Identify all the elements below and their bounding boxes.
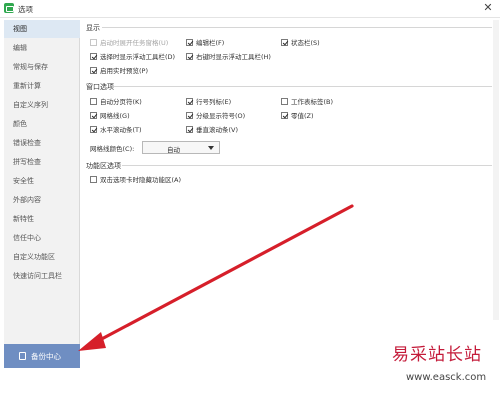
sidebar-item-edit[interactable]: 编辑	[4, 39, 80, 57]
app-icon	[4, 3, 14, 13]
options-content: 显示 启动时展开任务窗格(U) 编辑栏(F) 状态栏(S) 选择时显示浮动工具栏…	[82, 20, 496, 392]
section-divider	[102, 27, 492, 28]
backup-center-button[interactable]: 备份中心	[4, 344, 80, 368]
sidebar-item-customize-ribbon[interactable]: 自定义功能区	[4, 248, 80, 266]
checkbox[interactable]	[90, 53, 97, 60]
section-title-window-options: 窗口选项	[86, 83, 114, 91]
sidebar-item-general-save[interactable]: 常规与保存	[4, 58, 80, 76]
section-divider	[122, 165, 492, 166]
title-bar: 选项 ✕	[0, 0, 500, 18]
section-title-display: 显示	[86, 24, 100, 32]
checkbox[interactable]	[186, 53, 193, 60]
checkbox[interactable]	[90, 98, 97, 105]
close-icon[interactable]: ✕	[482, 2, 494, 14]
sidebar-item-spell-check[interactable]: 拼写检查	[4, 153, 80, 171]
sidebar-item-new-features[interactable]: 新特性	[4, 210, 80, 228]
checkbox[interactable]	[186, 39, 193, 46]
window-title: 选项	[18, 5, 33, 14]
sidebar-item-security[interactable]: 安全性	[4, 172, 80, 190]
section-divider	[114, 86, 492, 87]
backup-center-label: 备份中心	[31, 352, 61, 361]
checkbox[interactable]	[90, 67, 97, 74]
options-sidebar: 视图 编辑 常规与保存 重新计算 自定义序列 颜色 错误检查 拼写检查 安全性 …	[4, 20, 80, 344]
sidebar-item-color[interactable]: 颜色	[4, 115, 80, 133]
checkbox[interactable]	[186, 112, 193, 119]
watermark-url: www.easck.com	[406, 372, 487, 383]
gridline-color-value: 自动	[167, 146, 180, 154]
section-title-ribbon-options: 功能区选项	[86, 162, 121, 170]
sidebar-item-external-content[interactable]: 外部内容	[4, 191, 80, 209]
sidebar-item-trust-center[interactable]: 信任中心	[4, 229, 80, 247]
checkbox[interactable]	[90, 39, 97, 46]
watermark-text: 易采站长站	[392, 345, 482, 365]
sidebar-item-view[interactable]: 视图	[4, 20, 80, 38]
sidebar-item-error-check[interactable]: 错误检查	[4, 134, 80, 152]
checkbox[interactable]	[90, 176, 97, 183]
checkbox[interactable]	[281, 98, 288, 105]
checkbox[interactable]	[281, 39, 288, 46]
checkbox[interactable]	[281, 112, 288, 119]
sidebar-item-custom-lists[interactable]: 自定义序列	[4, 96, 80, 114]
vertical-scrollbar[interactable]	[493, 20, 499, 320]
gridline-color-select[interactable]: 自动	[142, 141, 220, 154]
sidebar-item-quick-access[interactable]: 快速访问工具栏	[4, 267, 80, 285]
backup-icon	[19, 352, 26, 360]
checkbox[interactable]	[186, 126, 193, 133]
checkbox[interactable]	[90, 112, 97, 119]
checkbox[interactable]	[90, 126, 97, 133]
chevron-down-icon	[208, 146, 214, 150]
checkbox[interactable]	[186, 98, 193, 105]
sidebar-item-recalculate[interactable]: 重新计算	[4, 77, 80, 95]
gridline-color-label: 网格线颜色(C):	[90, 145, 135, 153]
